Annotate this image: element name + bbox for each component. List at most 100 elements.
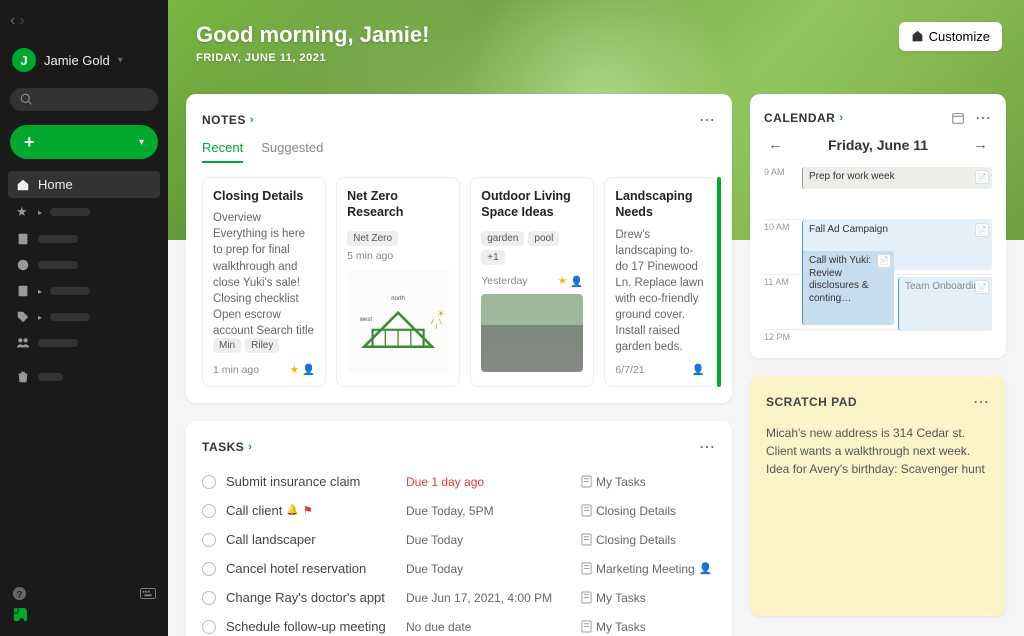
back-arrow[interactable]: ‹ <box>10 12 15 30</box>
person-icon: 👤 <box>570 275 583 288</box>
task-checkbox[interactable] <box>202 504 216 518</box>
calendar-event[interactable]: Team Onboarding📄 <box>898 277 992 331</box>
calendar-prev[interactable]: ← <box>764 134 787 155</box>
scratchpad-content[interactable]: Micah's new address is 314 Cedar st. Cli… <box>766 424 990 478</box>
flag-icon: ⚑ <box>303 504 313 517</box>
task-row[interactable]: Schedule follow-up meetingNo due dateMy … <box>202 612 716 636</box>
check-icon <box>16 258 30 272</box>
nav-shortcuts[interactable]: ★▸ <box>8 198 160 226</box>
calendar-title[interactable]: CALENDAR› <box>764 111 844 125</box>
task-location: My Tasks <box>581 475 716 489</box>
sidebar: ‹ › J Jamie Gold ▾ + ▾ Home ★▸ ▸ ▸ ? <box>0 0 168 636</box>
tab-suggested[interactable]: Suggested <box>261 140 323 163</box>
tasks-widget: TASKS› ⋯ Submit insurance claim Due 1 day… <box>186 421 732 636</box>
note-card[interactable]: Outdoor Living Space Ideas garden pool +… <box>470 177 594 387</box>
task-row[interactable]: Change Ray's doctor's apptDue Jun 17, 20… <box>202 583 716 612</box>
event-label: Fall Ad Campaign <box>809 224 888 235</box>
forward-arrow[interactable]: › <box>19 12 24 30</box>
svg-text:?: ? <box>17 589 23 599</box>
task-row[interactable]: Cancel hotel reservationDue TodayMarketi… <box>202 554 716 583</box>
nav-trash[interactable] <box>8 364 160 390</box>
nav-home-label: Home <box>38 177 73 192</box>
doc-icon <box>581 504 592 517</box>
tag: Net Zero <box>347 231 398 246</box>
note-card[interactable]: Net Zero Research Net Zero 5 min ago nor… <box>336 177 460 387</box>
task-name: Submit insurance claim <box>226 474 396 489</box>
new-button[interactable]: + ▾ <box>10 125 158 159</box>
user-menu[interactable]: J Jamie Gold ▾ <box>8 42 160 78</box>
notes-more[interactable]: ⋯ <box>699 110 716 130</box>
nav-shared[interactable] <box>8 330 160 356</box>
greeting: Good morning, Jamie! <box>196 22 996 48</box>
doc-icon: 📄 <box>877 254 891 268</box>
scratchpad-more[interactable]: ⋯ <box>973 392 990 412</box>
task-checkbox[interactable] <box>202 562 216 576</box>
avatar: J <box>12 48 36 72</box>
task-checkbox[interactable] <box>202 620 216 634</box>
scratchpad-title: SCRATCH PAD <box>766 395 857 409</box>
nav-notes[interactable] <box>8 226 160 252</box>
nav-notebooks[interactable]: ▸ <box>8 278 160 304</box>
svg-text:west: west <box>359 317 373 323</box>
star-icon: ★ <box>290 364 299 376</box>
notes-widget: NOTES› ⋯ Recent Suggested Closing Detail… <box>186 94 732 403</box>
note-title: Outdoor Living Space Ideas <box>481 188 583 221</box>
sidebar-footer: ? <box>8 580 160 628</box>
calendar-nav: ← Friday, June 11 → <box>764 134 992 155</box>
nav-tasks[interactable] <box>8 252 160 278</box>
scratchpad-widget[interactable]: SCRATCH PAD ⋯ Micah's new address is 314… <box>750 376 1006 616</box>
event-label: Call with Yuki: Review disclosures & con… <box>809 255 871 304</box>
task-location: Closing Details <box>581 504 716 518</box>
nav-tags[interactable]: ▸ <box>8 304 160 330</box>
note-card[interactable]: Landscaping Needs Drew's landscaping to-… <box>604 177 716 387</box>
task-checkbox[interactable] <box>202 591 216 605</box>
keyboard-icon[interactable] <box>140 588 156 599</box>
book-icon <box>16 284 30 298</box>
note-time: 5 min ago <box>347 250 449 262</box>
task-name: Change Ray's doctor's appt <box>226 590 396 605</box>
help-icon[interactable]: ? <box>12 586 27 601</box>
task-checkbox[interactable] <box>202 533 216 547</box>
doc-icon: 📄 <box>975 170 989 184</box>
calendar-open-icon[interactable] <box>951 111 965 125</box>
tasks-title[interactable]: TASKS› <box>202 440 252 454</box>
tag-icon <box>16 310 30 324</box>
home-icon <box>16 178 30 192</box>
note-tags: garden pool +1 <box>481 231 583 265</box>
notes-title[interactable]: NOTES› <box>202 113 254 127</box>
task-location: My Tasks <box>581 620 716 634</box>
bell-icon: 🔔 <box>286 505 298 516</box>
doc-icon: 📄 <box>975 280 989 294</box>
calendar-more[interactable]: ⋯ <box>975 108 992 128</box>
tag: +1 <box>481 250 504 265</box>
person-icon: 👤 <box>699 562 713 575</box>
search-icon <box>20 93 33 106</box>
tag: Min <box>213 338 241 353</box>
evernote-logo-icon[interactable] <box>12 607 27 622</box>
task-due: Due Today, 5PM <box>406 504 571 518</box>
hero-date: FRIDAY, JUNE 11, 2021 <box>196 52 996 64</box>
task-checkbox[interactable] <box>202 475 216 489</box>
task-row[interactable]: Call client🔔⚑Due Today, 5PMClosing Detai… <box>202 496 716 525</box>
task-row[interactable]: Call landscaperDue TodayClosing Details <box>202 525 716 554</box>
search-input[interactable] <box>10 88 158 111</box>
task-due: Due 1 day ago <box>406 475 571 489</box>
calendar-event[interactable]: Call with Yuki: Review disclosures & con… <box>802 251 894 325</box>
note-body: Overview Everything is here to prep for … <box>213 210 315 334</box>
customize-button[interactable]: Customize <box>899 22 1002 51</box>
tag: Riley <box>245 338 279 353</box>
nav-arrows: ‹ › <box>8 8 160 34</box>
calendar-event[interactable]: Prep for work week📄 <box>802 167 992 189</box>
tab-recent[interactable]: Recent <box>202 140 243 163</box>
note-time: 1 min ago <box>213 364 259 376</box>
calendar-next[interactable]: → <box>969 134 992 155</box>
scroll-indicator[interactable] <box>717 177 721 387</box>
notes-grid: Closing Details Overview Everything is h… <box>202 177 716 387</box>
tasks-more[interactable]: ⋯ <box>699 437 716 457</box>
note-time: Yesterday <box>481 275 527 287</box>
svg-text:north: north <box>391 295 405 301</box>
task-row[interactable]: Submit insurance claim Due 1 day ago My Ta… <box>202 467 716 496</box>
nav-home[interactable]: Home <box>8 171 160 198</box>
task-name: Cancel hotel reservation <box>226 561 396 576</box>
note-card[interactable]: Closing Details Overview Everything is h… <box>202 177 326 387</box>
